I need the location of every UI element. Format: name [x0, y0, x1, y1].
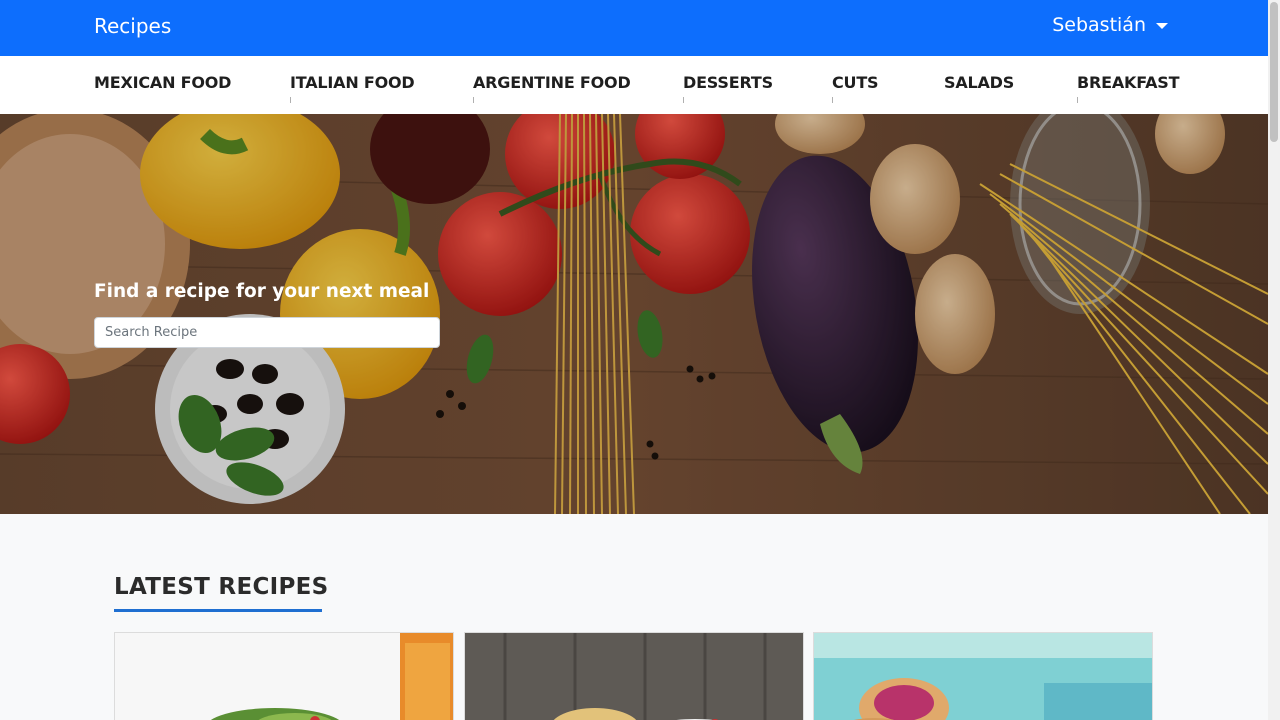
- category-label: ITALIAN FOOD: [290, 73, 415, 92]
- scrollbar-thumb[interactable]: [1270, 2, 1278, 142]
- category-cuts[interactable]: CUTS: [832, 73, 879, 103]
- user-name: Sebastián: [1052, 14, 1146, 36]
- category-label: DESSERTS: [683, 73, 773, 92]
- user-menu-dropdown[interactable]: Sebastián: [1052, 14, 1168, 36]
- hero-title: Find a recipe for your next meal: [94, 281, 430, 302]
- brand-link[interactable]: Recipes: [94, 14, 171, 38]
- category-breakfast[interactable]: BREAKFAST: [1077, 73, 1180, 103]
- top-navbar: Recipes Sebastián: [0, 0, 1268, 56]
- page: Recipes Sebastián MEXICAN FOOD ITALIAN F…: [0, 0, 1268, 720]
- category-mexican-food[interactable]: MEXICAN FOOD: [94, 73, 231, 92]
- recipe-image: [814, 633, 1152, 720]
- category-nav: MEXICAN FOOD ITALIAN FOOD ARGENTINE FOOD…: [0, 56, 1268, 114]
- tick-mark: [473, 97, 474, 103]
- tick-mark: [832, 97, 833, 103]
- category-label: BREAKFAST: [1077, 73, 1180, 92]
- recipe-image: [115, 633, 453, 720]
- recipe-card[interactable]: [464, 632, 804, 720]
- recipe-card[interactable]: [114, 632, 454, 720]
- recipe-card[interactable]: [813, 632, 1153, 720]
- caret-down-icon: [1156, 23, 1168, 29]
- category-argentine-food[interactable]: ARGENTINE FOOD: [473, 73, 631, 103]
- hero-banner: Find a recipe for your next meal: [0, 114, 1268, 514]
- category-italian-food[interactable]: ITALIAN FOOD: [290, 73, 415, 103]
- section-underline: [114, 609, 322, 612]
- tick-mark: [683, 97, 684, 103]
- category-label: ARGENTINE FOOD: [473, 73, 631, 92]
- page-scrollbar[interactable]: [1268, 0, 1280, 720]
- latest-recipes-title: LATEST RECIPES: [114, 574, 329, 600]
- search-input[interactable]: [94, 317, 440, 348]
- tick-mark: [1077, 97, 1078, 103]
- category-label: CUTS: [832, 73, 879, 92]
- hero-overlay: [0, 114, 1268, 514]
- recipe-image: [465, 633, 803, 720]
- category-salads[interactable]: SALADS: [944, 73, 1014, 92]
- tick-mark: [290, 97, 291, 103]
- category-desserts[interactable]: DESSERTS: [683, 73, 773, 103]
